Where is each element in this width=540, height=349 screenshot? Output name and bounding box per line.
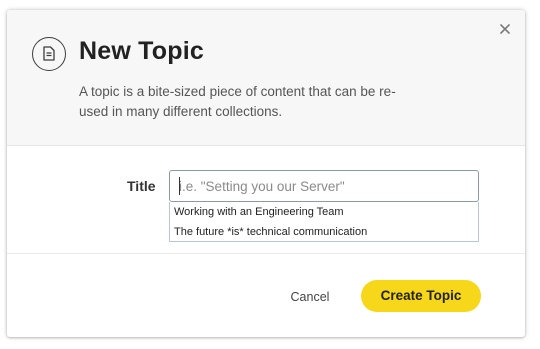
modal-description: A topic is a bite-sized piece of content… [79,84,396,119]
close-icon[interactable] [498,22,512,36]
title-input[interactable] [169,170,479,202]
suggestion-item[interactable]: The future *is* technical communication [170,222,478,242]
title-suggestions-dropdown: Working with an Engineering Team The fut… [169,202,479,242]
footer-divider [7,253,525,254]
create-topic-button[interactable]: Create Topic [361,280,481,312]
text-caret [179,177,180,195]
title-label: Title [127,178,156,194]
modal-header: New Topic A topic is a bite-sized piece … [7,10,525,146]
new-topic-modal: New Topic A topic is a bite-sized piece … [7,10,525,337]
modal-title: New Topic [79,37,204,65]
document-icon [32,37,66,71]
cancel-button[interactable]: Cancel [283,287,337,307]
suggestion-item[interactable]: Working with an Engineering Team [170,202,478,222]
